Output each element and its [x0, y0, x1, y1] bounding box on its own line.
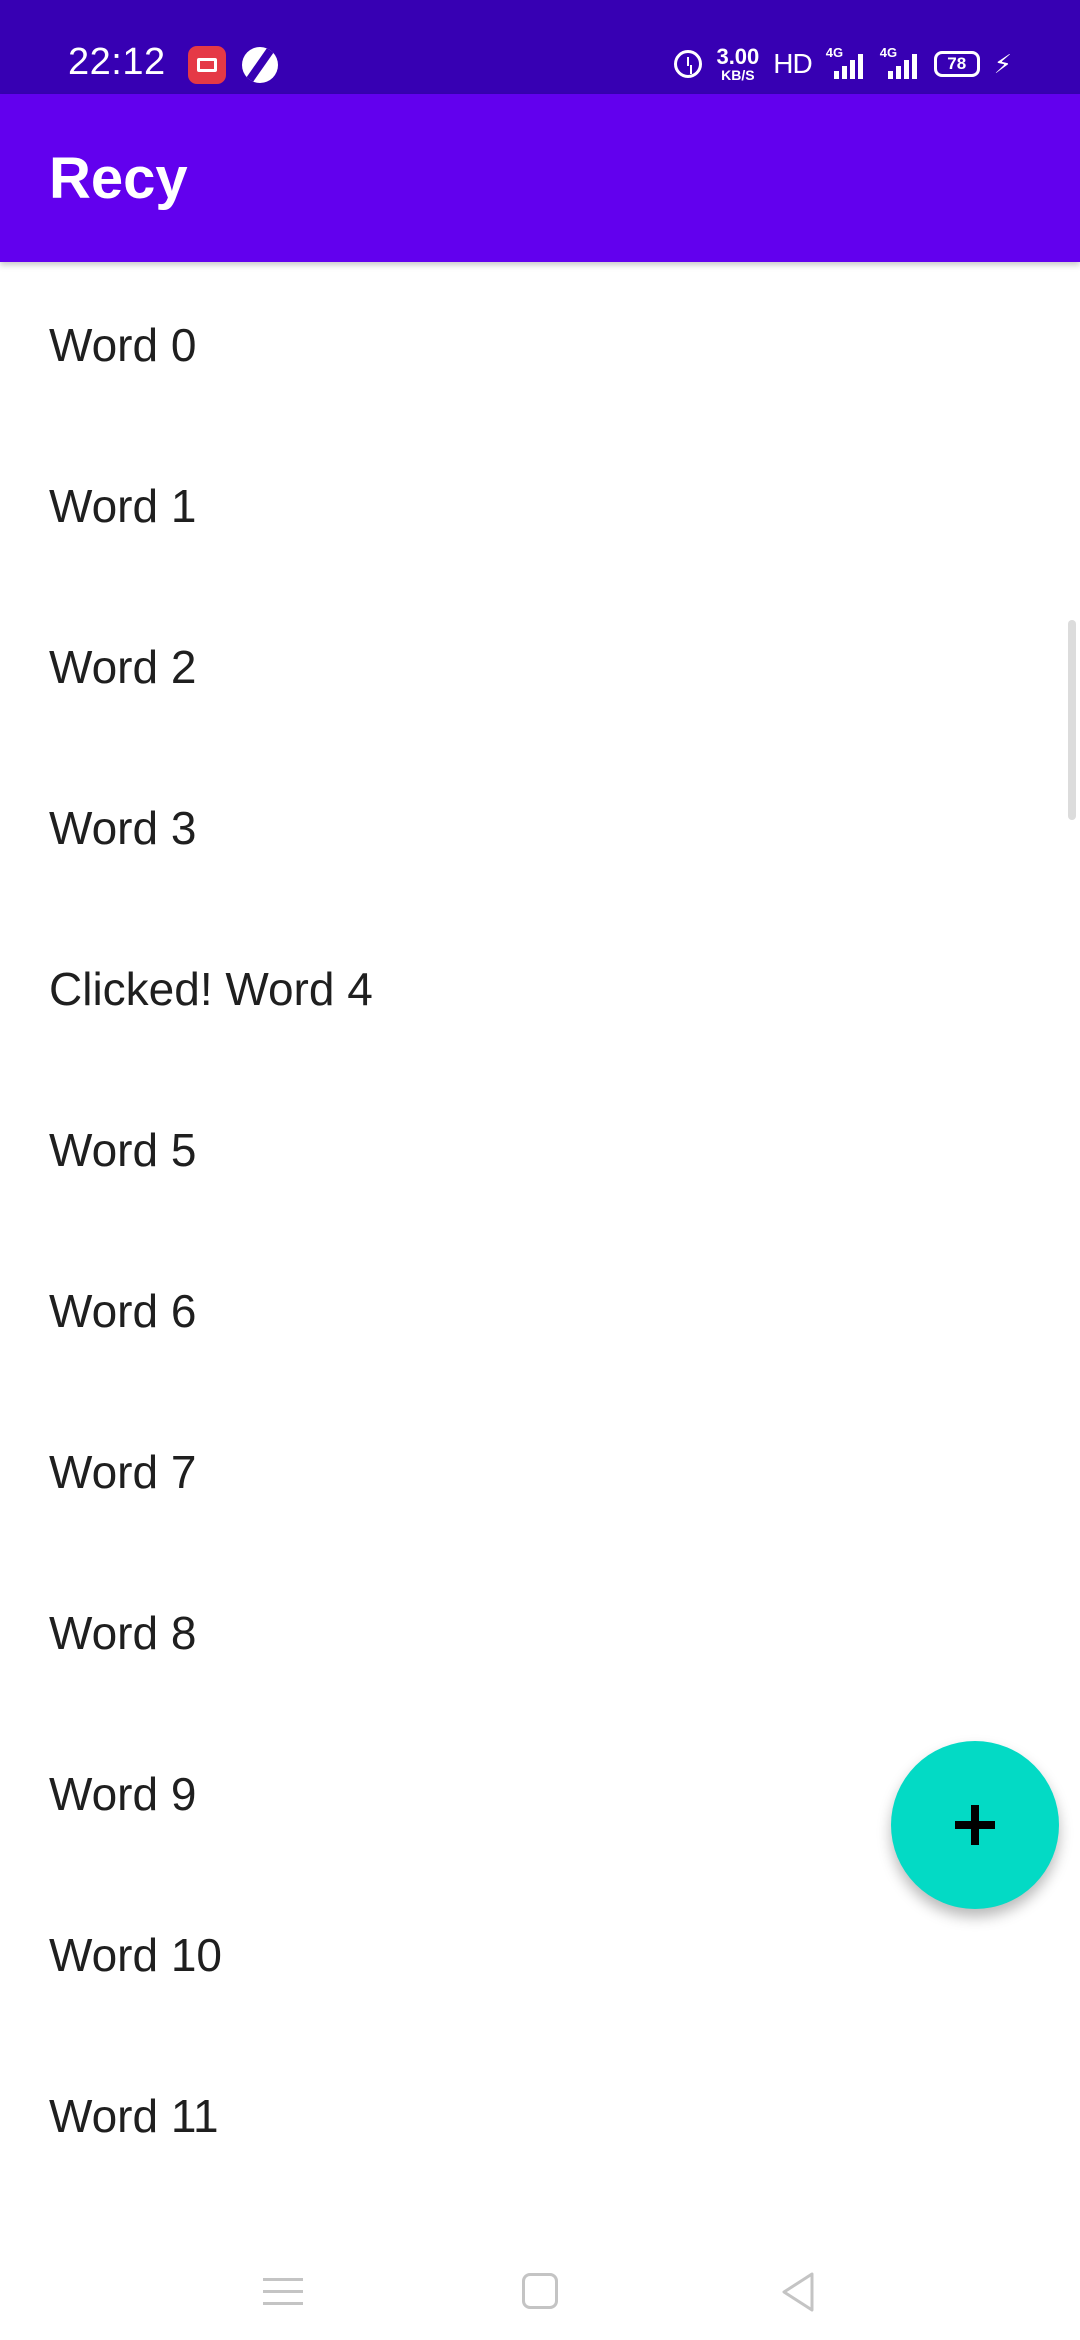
list-item[interactable]: Clicked! Word 4: [0, 908, 1080, 1069]
menu-icon[interactable]: [263, 2276, 303, 2308]
screen-record-icon: [188, 46, 226, 84]
list-item[interactable]: Word 11: [0, 2035, 1080, 2196]
status-time: 22:12: [68, 41, 166, 83]
list-item[interactable]: Word 3: [0, 747, 1080, 908]
home-icon[interactable]: [522, 2273, 558, 2309]
scrollbar[interactable]: [1068, 620, 1076, 820]
status-indicators: 3.00 KB/S HD 4G 4G 78 ⚡︎: [674, 44, 1012, 84]
signal-bar: [903, 60, 909, 79]
list-item[interactable]: Word 6: [0, 1230, 1080, 1391]
navigation-bar: [0, 2242, 1080, 2340]
signal-bar: [849, 60, 855, 79]
app-bar: Recy: [0, 94, 1080, 262]
signal-bar: [841, 66, 847, 79]
list-item[interactable]: Word 1: [0, 425, 1080, 586]
back-icon[interactable]: [776, 2270, 820, 2314]
globe-icon: [242, 47, 278, 83]
list-item[interactable]: Word 0: [0, 264, 1080, 425]
battery-level: 78: [947, 54, 967, 73]
signal-bar: [911, 54, 917, 79]
plus-icon: [953, 1803, 997, 1847]
battery-icon: 78: [933, 51, 980, 77]
list-item[interactable]: Word 7: [0, 1391, 1080, 1552]
list-item[interactable]: Word 8: [0, 1552, 1080, 1713]
charging-bolt-icon: ⚡︎: [993, 48, 1012, 79]
hd-label: HD: [773, 48, 812, 79]
network-speed-value: 3.00: [716, 44, 760, 69]
signal-tag: 4G: [879, 45, 898, 60]
network-speed: 3.00 KB/S: [716, 44, 760, 83]
page-title: Recy: [49, 146, 188, 211]
alarm-icon: [674, 50, 703, 78]
list-item[interactable]: Word 5: [0, 1069, 1080, 1230]
signal-bar: [857, 54, 863, 79]
signal-tag: 4G: [825, 45, 844, 60]
network-speed-unit: KB/S: [721, 67, 755, 83]
word-list[interactable]: Word 0 Word 1 Word 2 Word 3 Clicked! Wor…: [0, 262, 1080, 2242]
signal-icon: 4G: [880, 45, 920, 79]
add-word-button[interactable]: [891, 1741, 1059, 1909]
signal-icon: 4G: [826, 45, 866, 79]
status-bar: 22:12 3.00 KB/S HD 4G 4G 78 ⚡︎: [0, 0, 1080, 94]
signal-bar: [895, 66, 901, 79]
signal-bar: [887, 71, 893, 79]
list-item[interactable]: Word 10: [0, 1874, 1080, 2035]
list-item[interactable]: Word 2: [0, 586, 1080, 747]
signal-bar: [833, 71, 839, 79]
